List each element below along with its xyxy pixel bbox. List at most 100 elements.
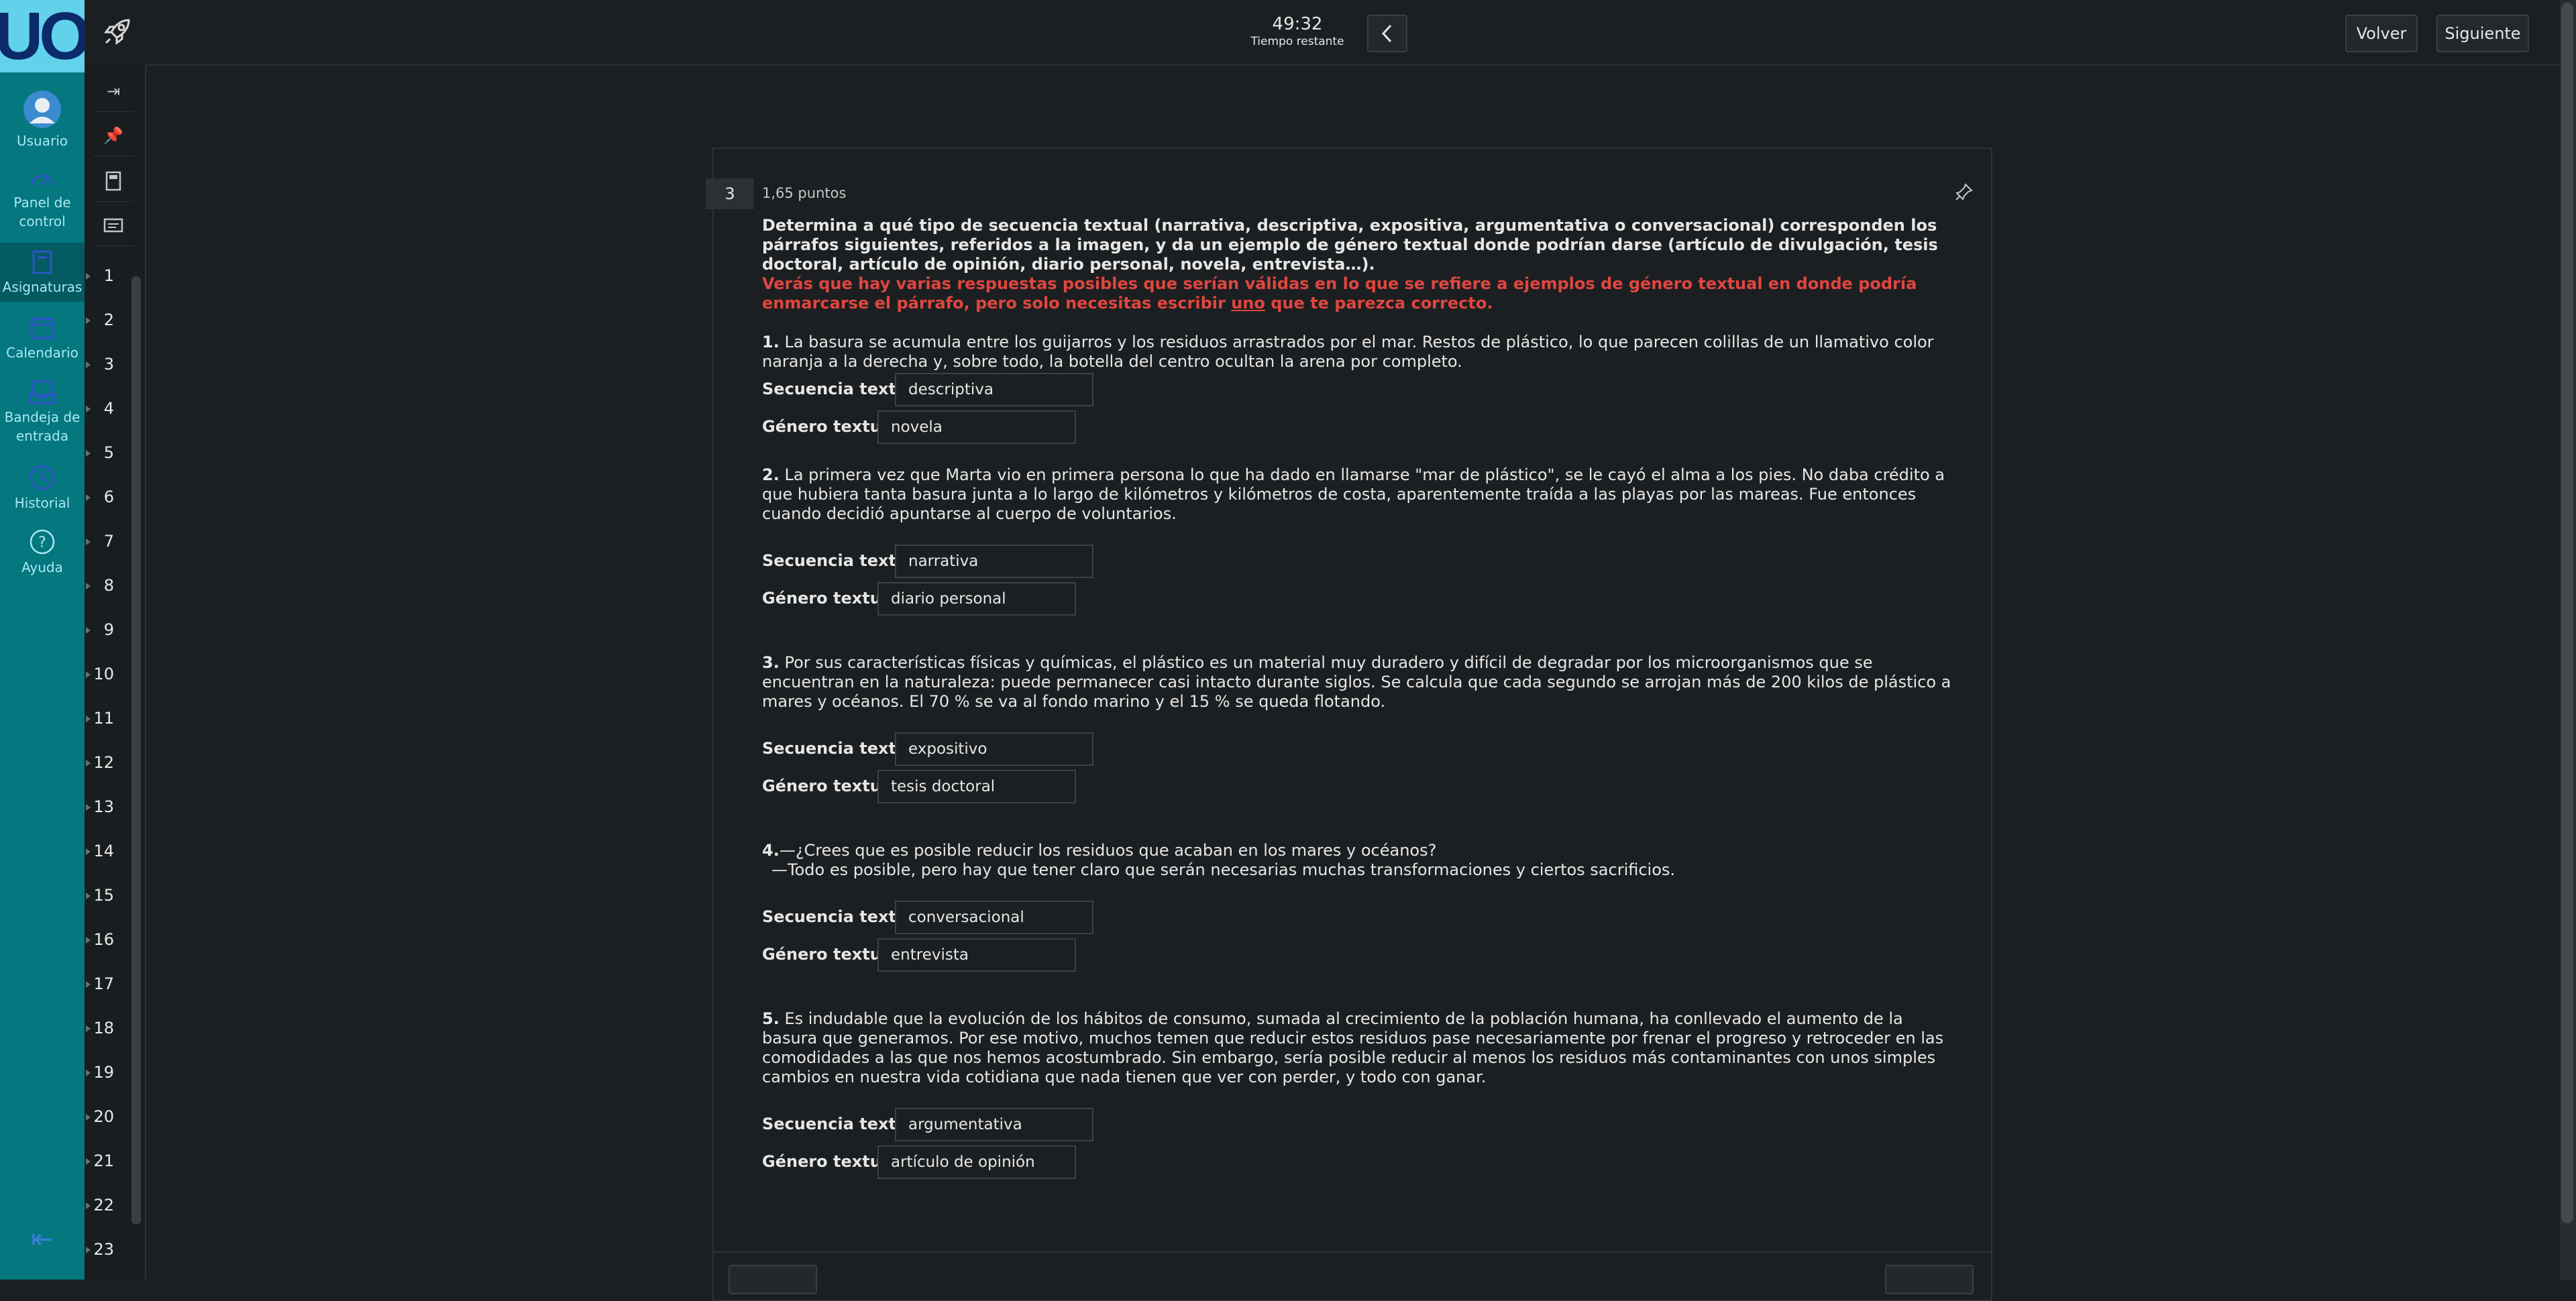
question-list-scrollbar[interactable] <box>131 276 141 1225</box>
collapse-nav-icon[interactable]: ⇤ <box>27 1226 58 1253</box>
timer-label: Tiempo restante <box>1250 35 1344 48</box>
sequence-input[interactable]: narrativa <box>895 545 1093 578</box>
question-note: Verás que hay varias respuestas posibles… <box>762 274 1917 313</box>
time-remaining: 49:32 Tiempo restante <box>1238 13 1356 48</box>
sequence-input[interactable]: descriptiva <box>895 373 1093 406</box>
page-scrollbar-thumb[interactable] <box>2561 3 2573 1223</box>
pin-icon[interactable]: 📌 <box>93 115 134 156</box>
nav-item-ayuda[interactable]: ? Ayuda <box>0 528 85 577</box>
question-index-item[interactable]: 6 <box>85 475 136 519</box>
question-index-item[interactable]: 10 <box>85 652 136 696</box>
question-index-item[interactable]: 20 <box>85 1094 136 1139</box>
question-index-item[interactable]: 7 <box>85 519 136 563</box>
footer-right-button[interactable] <box>1885 1265 1974 1294</box>
genre-row: Género textual: tesis doctoral <box>762 769 1963 806</box>
svg-text:?: ? <box>38 534 46 551</box>
genre-input[interactable]: artículo de opinión <box>877 1145 1076 1179</box>
previous-button[interactable] <box>1367 15 1407 52</box>
question-number-badge: 3 <box>706 178 754 209</box>
genre-row: Género textual: artículo de opinión <box>762 1144 1963 1182</box>
question-item-2: 2. La primera vez que Marta vio en prime… <box>762 465 1963 618</box>
question-index-item[interactable]: 14 <box>85 829 136 873</box>
question-index-item[interactable]: 3 <box>85 342 136 386</box>
genre-input[interactable]: novela <box>877 410 1076 444</box>
nav-item-panel-de-control[interactable]: Panel de control <box>0 169 85 231</box>
sequence-row: Secuencia textual: conversacional <box>762 899 1963 937</box>
nav-label: Usuario <box>16 133 68 149</box>
pushpin-icon[interactable] <box>1955 182 1974 201</box>
nav-label: Bandeja de entrada <box>4 409 80 444</box>
user-avatar-icon <box>23 91 61 128</box>
sequence-input[interactable]: conversacional <box>895 901 1093 934</box>
nav-item-bandeja[interactable]: Bandeja de entrada <box>0 380 85 445</box>
question-index-item[interactable]: 11 <box>85 696 136 740</box>
nav-label: Ayuda <box>21 559 63 575</box>
dashboard-gauge-icon <box>30 174 54 187</box>
question-points: 1,65 puntos <box>762 185 847 201</box>
notes-icon[interactable] <box>93 205 134 246</box>
question-index-item[interactable]: 5 <box>85 431 136 475</box>
sequence-input[interactable]: expositivo <box>895 732 1093 766</box>
next-button[interactable]: Siguiente <box>2436 15 2529 52</box>
genre-input[interactable]: tesis doctoral <box>877 770 1076 803</box>
history-clock-icon <box>30 465 55 490</box>
genre-row: Género textual: entrevista <box>762 937 1963 974</box>
question-index-item[interactable]: 2 <box>85 298 136 342</box>
calendar-icon <box>30 317 54 339</box>
card-footer-divider <box>712 1251 1992 1253</box>
inbox-icon <box>29 380 56 404</box>
item-text: 5. Es indudable que la evolución de los … <box>762 1009 1944 1086</box>
question-index-item[interactable]: 23 <box>85 1227 136 1271</box>
question-content: Determina a qué tipo de secuencia textua… <box>762 216 1963 1182</box>
nav-label: Asignaturas <box>2 279 83 295</box>
question-item-1: 1. La basura se acumula entre los guijar… <box>762 333 1963 447</box>
question-instruction: Determina a qué tipo de secuencia textua… <box>762 216 1938 274</box>
top-bar: 49:32 Tiempo restante Volver Siguiente <box>85 0 2560 66</box>
timer-value: 49:32 <box>1272 14 1323 34</box>
courses-icon <box>32 250 52 274</box>
question-index-item[interactable]: 1 <box>85 253 136 298</box>
item-text: 2. La primera vez que Marta vio en prime… <box>762 465 1945 523</box>
genre-row: Género textual: novela <box>762 409 1963 447</box>
expand-panel-icon[interactable]: ⇥ <box>93 71 134 112</box>
item-text: 1. La basura se acumula entre los guijar… <box>762 333 1934 371</box>
question-index-item[interactable]: 4 <box>85 386 136 431</box>
question-index-item[interactable]: 15 <box>85 873 136 917</box>
question-index-item[interactable]: 19 <box>85 1050 136 1094</box>
uoc-logo[interactable]: UOC <box>0 0 85 72</box>
sequence-row: Secuencia textual: narrativa <box>762 543 1963 581</box>
item-text: 3. Por sus características físicas y quí… <box>762 653 1951 711</box>
question-item-5: 5. Es indudable que la evolución de los … <box>762 1009 1963 1182</box>
help-icon: ? <box>30 529 55 555</box>
question-list: 1 2 3 4 5 6 7 8 9 10 11 12 13 14 15 16 17 18 19 20 21 22 23 <box>85 253 136 1271</box>
question-index-item[interactable]: 17 <box>85 962 136 1006</box>
genre-input[interactable]: diario personal <box>877 582 1076 616</box>
nav-item-calendario[interactable]: Calendario <box>0 315 85 362</box>
nav-item-usuario[interactable]: Usuario <box>0 90 85 150</box>
calculator-icon[interactable] <box>93 161 134 202</box>
nav-label: Calendario <box>6 345 78 361</box>
question-index-item[interactable]: 22 <box>85 1183 136 1227</box>
nav-item-asignaturas[interactable]: Asignaturas <box>0 243 85 302</box>
genre-row: Género textual: diario personal <box>762 581 1963 618</box>
nav-label: Historial <box>14 495 70 511</box>
sequence-row: Secuencia textual: argumentativa <box>762 1107 1963 1144</box>
question-index-item[interactable]: 16 <box>85 917 136 962</box>
question-index-item[interactable]: 18 <box>85 1006 136 1050</box>
question-index-item[interactable]: 21 <box>85 1139 136 1183</box>
global-nav: UOC Usuario Panel de control Asignaturas… <box>0 0 85 1280</box>
question-index-item[interactable]: 8 <box>85 563 136 608</box>
underlined-word: uno <box>1231 294 1265 313</box>
question-index-item[interactable]: 13 <box>85 785 136 829</box>
genre-input[interactable]: entrevista <box>877 938 1076 972</box>
nav-item-historial[interactable]: Historial <box>0 464 85 512</box>
sequence-input[interactable]: argumentativa <box>895 1108 1093 1141</box>
question-item-4: 4.—¿Crees que es posible reducir los res… <box>762 841 1963 974</box>
back-button[interactable]: Volver <box>2345 15 2418 52</box>
chevron-left-icon <box>1381 24 1392 43</box>
question-index-item[interactable]: 9 <box>85 608 136 652</box>
footer-left-button[interactable] <box>729 1265 817 1294</box>
rocket-icon[interactable] <box>102 15 134 47</box>
item-text-reply: —Todo es posible, pero hay que tener cla… <box>771 860 1676 879</box>
question-index-item[interactable]: 12 <box>85 740 136 785</box>
